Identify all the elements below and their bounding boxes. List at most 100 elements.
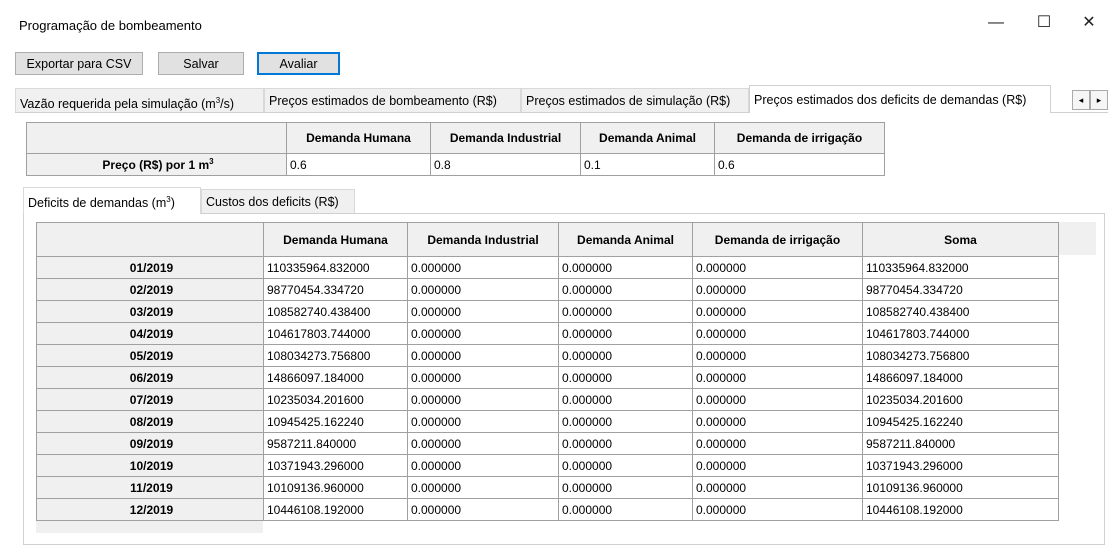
price-cell[interactable]: 0.6 bbox=[714, 153, 885, 176]
deficit-cell[interactable]: 0.000000 bbox=[558, 454, 693, 477]
table-row[interactable]: 03/2019 108582740.438400 0.000000 0.000000 0… bbox=[36, 300, 1059, 323]
deficit-cell[interactable]: 10371943.296000 bbox=[263, 454, 408, 477]
tab-simulation-prices[interactable]: Preços estimados de simulação (R$) bbox=[521, 88, 749, 112]
table-row[interactable]: 07/2019 10235034.201600 0.000000 0.000000 0.… bbox=[36, 388, 1059, 411]
deficit-cell[interactable]: 104617803.744000 bbox=[862, 322, 1059, 345]
row-header[interactable]: 03/2019 bbox=[36, 300, 264, 323]
column-header[interactable]: Demanda Humana bbox=[263, 222, 408, 257]
deficit-cell[interactable]: 0.000000 bbox=[407, 344, 559, 367]
save-button[interactable]: Salvar bbox=[158, 52, 244, 75]
deficit-cell[interactable]: 0.000000 bbox=[407, 300, 559, 323]
deficit-cell[interactable]: 9587211.840000 bbox=[263, 432, 408, 455]
deficit-cell[interactable]: 0.000000 bbox=[692, 256, 863, 279]
deficit-cell[interactable]: 0.000000 bbox=[407, 366, 559, 389]
deficit-cell[interactable]: 104617803.744000 bbox=[263, 322, 408, 345]
tab-pumping-prices[interactable]: Preços estimados de bombeamento (R$) bbox=[264, 88, 521, 112]
deficit-cell[interactable]: 0.000000 bbox=[407, 322, 559, 345]
row-header[interactable]: 02/2019 bbox=[36, 278, 264, 301]
scroll-right-icon[interactable]: ▸ bbox=[1090, 90, 1108, 110]
subtab-deficits[interactable]: Deficits de demandas (m3) bbox=[23, 187, 201, 214]
deficit-cell[interactable]: 0.000000 bbox=[558, 366, 693, 389]
row-header[interactable]: 06/2019 bbox=[36, 366, 264, 389]
deficit-cell[interactable]: 0.000000 bbox=[692, 322, 863, 345]
deficit-cell[interactable]: 98770454.334720 bbox=[263, 278, 408, 301]
deficit-cell[interactable]: 108034273.756800 bbox=[263, 344, 408, 367]
deficit-cell[interactable]: 0.000000 bbox=[558, 388, 693, 411]
table-row[interactable]: 04/2019 104617803.744000 0.000000 0.000000 0… bbox=[36, 322, 1059, 345]
deficit-cell[interactable]: 0.000000 bbox=[692, 498, 863, 521]
deficit-cell[interactable]: 14866097.184000 bbox=[862, 366, 1059, 389]
minimize-icon[interactable]: — bbox=[976, 10, 1016, 36]
deficit-cell[interactable]: 10371943.296000 bbox=[862, 454, 1059, 477]
table-row[interactable]: 06/2019 14866097.184000 0.000000 0.000000 0.… bbox=[36, 366, 1059, 389]
deficit-cell[interactable]: 108582740.438400 bbox=[263, 300, 408, 323]
deficit-cell[interactable]: 0.000000 bbox=[692, 476, 863, 499]
row-header[interactable]: 07/2019 bbox=[36, 388, 264, 411]
deficit-cell[interactable]: 0.000000 bbox=[558, 410, 693, 433]
deficit-cell[interactable]: 110335964.832000 bbox=[862, 256, 1059, 279]
column-header[interactable]: Demanda Animal bbox=[580, 122, 715, 154]
deficit-cell[interactable]: 10945425.162240 bbox=[263, 410, 408, 433]
deficit-cell[interactable]: 0.000000 bbox=[692, 344, 863, 367]
deficit-cell[interactable]: 0.000000 bbox=[558, 300, 693, 323]
deficit-cell[interactable]: 0.000000 bbox=[558, 344, 693, 367]
deficit-cell[interactable]: 10109136.960000 bbox=[263, 476, 408, 499]
row-header[interactable]: 05/2019 bbox=[36, 344, 264, 367]
row-header[interactable]: 10/2019 bbox=[36, 454, 264, 477]
deficit-cell[interactable]: 10235034.201600 bbox=[862, 388, 1059, 411]
deficit-cell[interactable]: 10945425.162240 bbox=[862, 410, 1059, 433]
deficit-cell[interactable]: 0.000000 bbox=[407, 256, 559, 279]
deficit-cell[interactable]: 9587211.840000 bbox=[862, 432, 1059, 455]
row-header[interactable]: 08/2019 bbox=[36, 410, 264, 433]
row-header[interactable]: 11/2019 bbox=[36, 476, 264, 499]
table-row[interactable]: 08/2019 10945425.162240 0.000000 0.000000 0.… bbox=[36, 410, 1059, 433]
table-row[interactable]: 01/2019 110335964.832000 0.000000 0.000000 0… bbox=[36, 256, 1059, 279]
tab-deficit-prices[interactable]: Preços estimados dos deficits de demanda… bbox=[749, 85, 1051, 113]
deficit-cell[interactable]: 0.000000 bbox=[407, 454, 559, 477]
table-row[interactable]: 05/2019 108034273.756800 0.000000 0.000000 0… bbox=[36, 344, 1059, 367]
tab-flow-required[interactable]: Vazão requerida pela simulação (m3/s) bbox=[15, 88, 264, 112]
column-header[interactable]: Demanda Animal bbox=[558, 222, 693, 257]
deficit-cell[interactable]: 0.000000 bbox=[692, 366, 863, 389]
deficit-cell[interactable]: 0.000000 bbox=[558, 432, 693, 455]
deficit-cell[interactable]: 0.000000 bbox=[692, 410, 863, 433]
deficit-cell[interactable]: 0.000000 bbox=[692, 432, 863, 455]
deficit-cell[interactable]: 10235034.201600 bbox=[263, 388, 408, 411]
table-row[interactable]: 11/2019 10109136.960000 0.000000 0.000000 0.… bbox=[36, 476, 1059, 499]
deficit-cell[interactable]: 0.000000 bbox=[692, 454, 863, 477]
subtab-deficit-costs[interactable]: Custos dos deficits (R$) bbox=[201, 189, 355, 213]
table-row[interactable]: 10/2019 10371943.296000 0.000000 0.000000 0.… bbox=[36, 454, 1059, 477]
deficit-cell[interactable]: 108582740.438400 bbox=[862, 300, 1059, 323]
deficit-cell[interactable]: 0.000000 bbox=[407, 278, 559, 301]
row-header[interactable]: Preço (R$) por 1 m3 bbox=[26, 153, 287, 176]
deficit-cell[interactable]: 10109136.960000 bbox=[862, 476, 1059, 499]
column-header[interactable]: Demanda de irrigação bbox=[692, 222, 863, 257]
scroll-left-icon[interactable]: ◂ bbox=[1072, 90, 1090, 110]
deficit-cell[interactable]: 0.000000 bbox=[558, 322, 693, 345]
table-row[interactable]: 12/2019 10446108.192000 0.000000 0.000000 0.… bbox=[36, 498, 1059, 521]
column-header[interactable]: Demanda Industrial bbox=[430, 122, 581, 154]
deficit-cell[interactable]: 0.000000 bbox=[407, 498, 559, 521]
deficit-cell[interactable]: 0.000000 bbox=[407, 388, 559, 411]
deficit-cell[interactable]: 0.000000 bbox=[558, 278, 693, 301]
row-header[interactable]: 01/2019 bbox=[36, 256, 264, 279]
price-cell[interactable]: 0.8 bbox=[430, 153, 581, 176]
row-header[interactable]: 12/2019 bbox=[36, 498, 264, 521]
deficit-cell[interactable]: 98770454.334720 bbox=[862, 278, 1059, 301]
row-header[interactable]: 04/2019 bbox=[36, 322, 264, 345]
deficit-cell[interactable]: 0.000000 bbox=[407, 476, 559, 499]
deficit-cell[interactable]: 0.000000 bbox=[692, 300, 863, 323]
column-header[interactable]: Soma bbox=[862, 222, 1059, 257]
price-cell[interactable]: 0.1 bbox=[580, 153, 715, 176]
export-csv-button[interactable]: Exportar para CSV bbox=[15, 52, 143, 75]
deficit-cell[interactable]: 10446108.192000 bbox=[263, 498, 408, 521]
table-row[interactable]: 09/2019 9587211.840000 0.000000 0.000000 0.0… bbox=[36, 432, 1059, 455]
deficit-cell[interactable]: 0.000000 bbox=[692, 388, 863, 411]
close-icon[interactable]: ✕ bbox=[1072, 10, 1106, 36]
price-cell[interactable]: 0.6 bbox=[286, 153, 431, 176]
table-row[interactable]: 02/2019 98770454.334720 0.000000 0.000000 0.… bbox=[36, 278, 1059, 301]
maximize-icon[interactable]: ☐ bbox=[1024, 10, 1064, 36]
column-header[interactable]: Demanda de irrigação bbox=[714, 122, 885, 154]
deficit-cell[interactable]: 110335964.832000 bbox=[263, 256, 408, 279]
deficit-cell[interactable]: 0.000000 bbox=[558, 256, 693, 279]
